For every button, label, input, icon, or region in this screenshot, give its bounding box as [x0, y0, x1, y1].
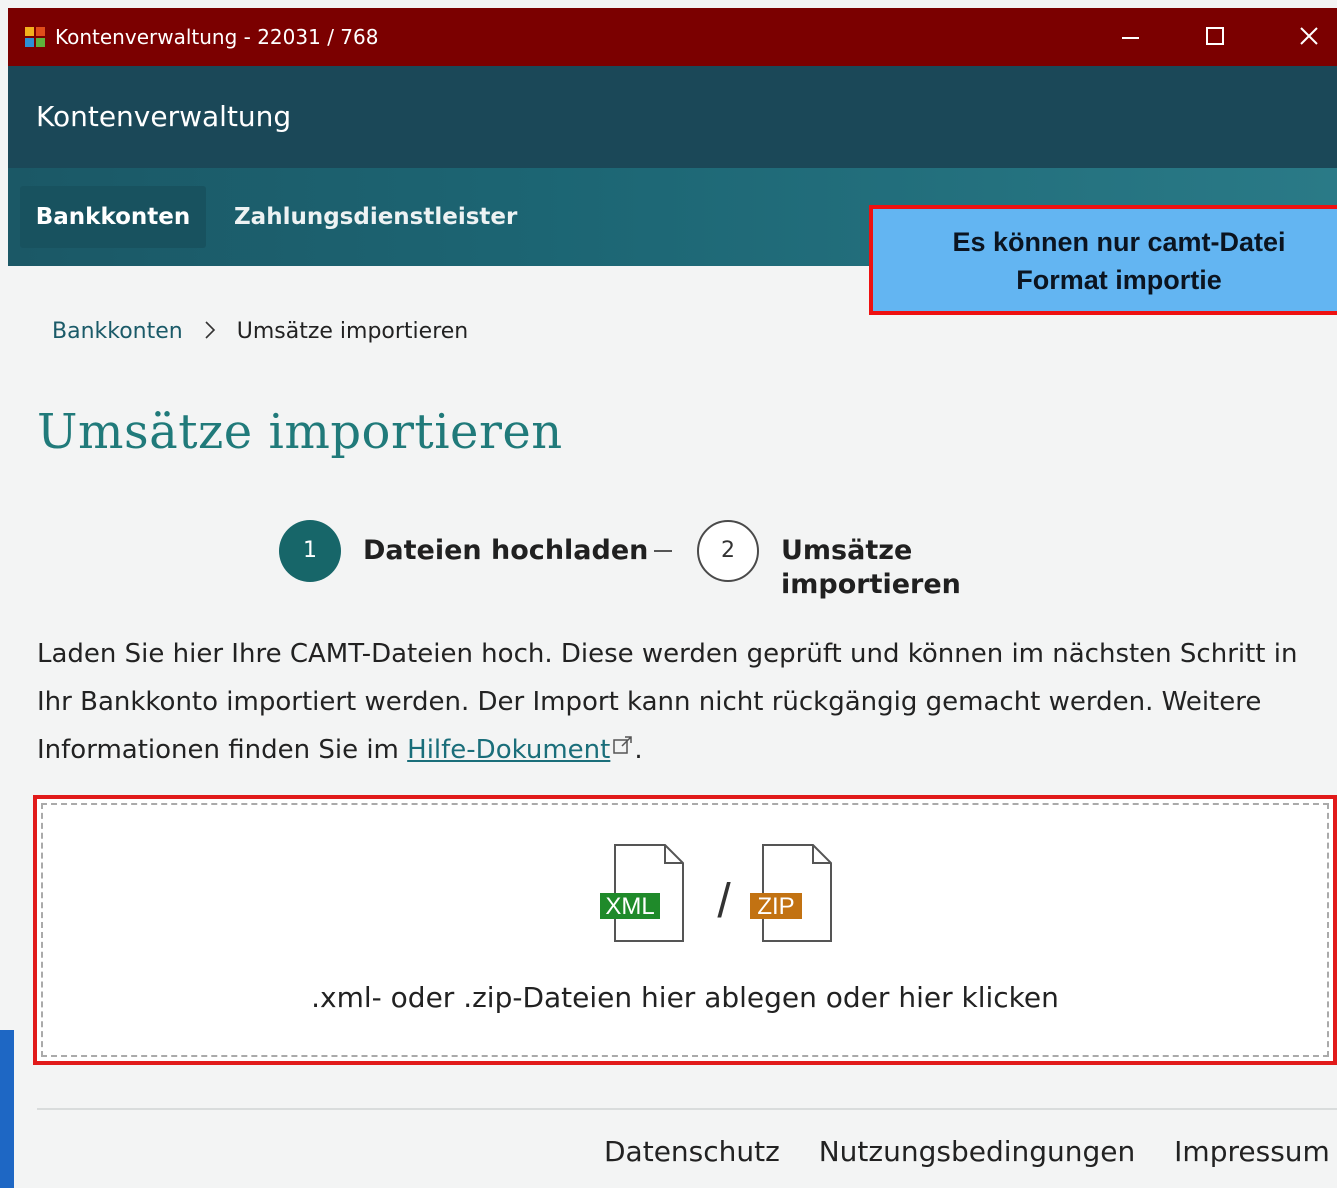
window-titlebar: Kontenverwaltung - 22031 / 768 [8, 8, 1337, 66]
help-document-link[interactable]: Hilfe-Dokument [407, 735, 610, 765]
tab-zahlungsdienstleister[interactable]: Zahlungsdienstleister [234, 186, 517, 248]
page-title: Umsätze importieren [37, 404, 563, 460]
footer-link-nutzungsbedingungen[interactable]: Nutzungsbedingungen [819, 1135, 1136, 1168]
import-stepper: 1 Dateien hochladen 2 Umsätze importiere… [279, 520, 1099, 600]
footer-link-impressum[interactable]: Impressum [1174, 1135, 1330, 1168]
maximize-button[interactable] [1187, 8, 1243, 66]
external-link-icon [613, 736, 633, 754]
footer-links: Datenschutz Nutzungsbedingungen Impressu… [604, 1132, 1337, 1172]
file-dropzone[interactable]: XML / ZIP .xml- oder .zip-Dateien hier a… [33, 795, 1337, 1065]
window-title: Kontenverwaltung - 22031 / 768 [55, 25, 379, 49]
breadcrumb-link-bankkonten[interactable]: Bankkonten [52, 319, 183, 344]
step-1-label: Dateien hochladen [363, 535, 649, 566]
maximize-icon [1206, 27, 1224, 45]
breadcrumb: Bankkonten Umsätze importieren [52, 316, 468, 348]
xml-file-icon: XML [600, 844, 684, 942]
file-type-icons: XML / ZIP [600, 844, 832, 942]
app-name: Kontenverwaltung [36, 100, 292, 133]
tab-bankkonten[interactable]: Bankkonten [20, 186, 206, 248]
breadcrumb-current: Umsätze importieren [236, 319, 469, 344]
zip-file-icon: ZIP [750, 844, 832, 942]
close-button[interactable] [1281, 8, 1337, 66]
xml-badge-label: XML [605, 893, 654, 920]
minimize-button[interactable] [1102, 8, 1158, 66]
step-2-label: Umsätze importieren [781, 535, 961, 600]
footer-link-datenschutz[interactable]: Datenschutz [604, 1135, 780, 1168]
minimize-icon [1122, 37, 1139, 39]
footer-divider [37, 1108, 1337, 1110]
dropzone-instruction: .xml- oder .zip-Dateien hier ablegen ode… [311, 981, 1059, 1014]
callout-line-1: Es können nur camt-Datei [952, 227, 1286, 257]
step-1-indicator: 1 [279, 520, 341, 582]
step-connector [654, 550, 672, 552]
icon-separator: / [717, 875, 731, 928]
close-icon [1300, 27, 1318, 45]
dropzone-area[interactable]: XML / ZIP .xml- oder .zip-Dateien hier a… [41, 803, 1329, 1057]
zip-badge-label: ZIP [757, 893, 794, 920]
app-header: Kontenverwaltung [8, 66, 1337, 168]
callout-line-2: Format importie [1016, 265, 1222, 295]
intro-text: Laden Sie hier Ihre CAMT-Dateien hoch. D… [37, 630, 1327, 774]
desktop-background [0, 1030, 14, 1188]
breadcrumb-separator-icon [204, 318, 216, 350]
intro-body: Laden Sie hier Ihre CAMT-Dateien hoch. D… [37, 639, 1298, 765]
intro-end: . [634, 735, 643, 765]
step-2-indicator: 2 [697, 520, 759, 582]
info-callout: Es können nur camt-Datei Format importie [869, 205, 1337, 315]
app-icon [25, 27, 45, 47]
